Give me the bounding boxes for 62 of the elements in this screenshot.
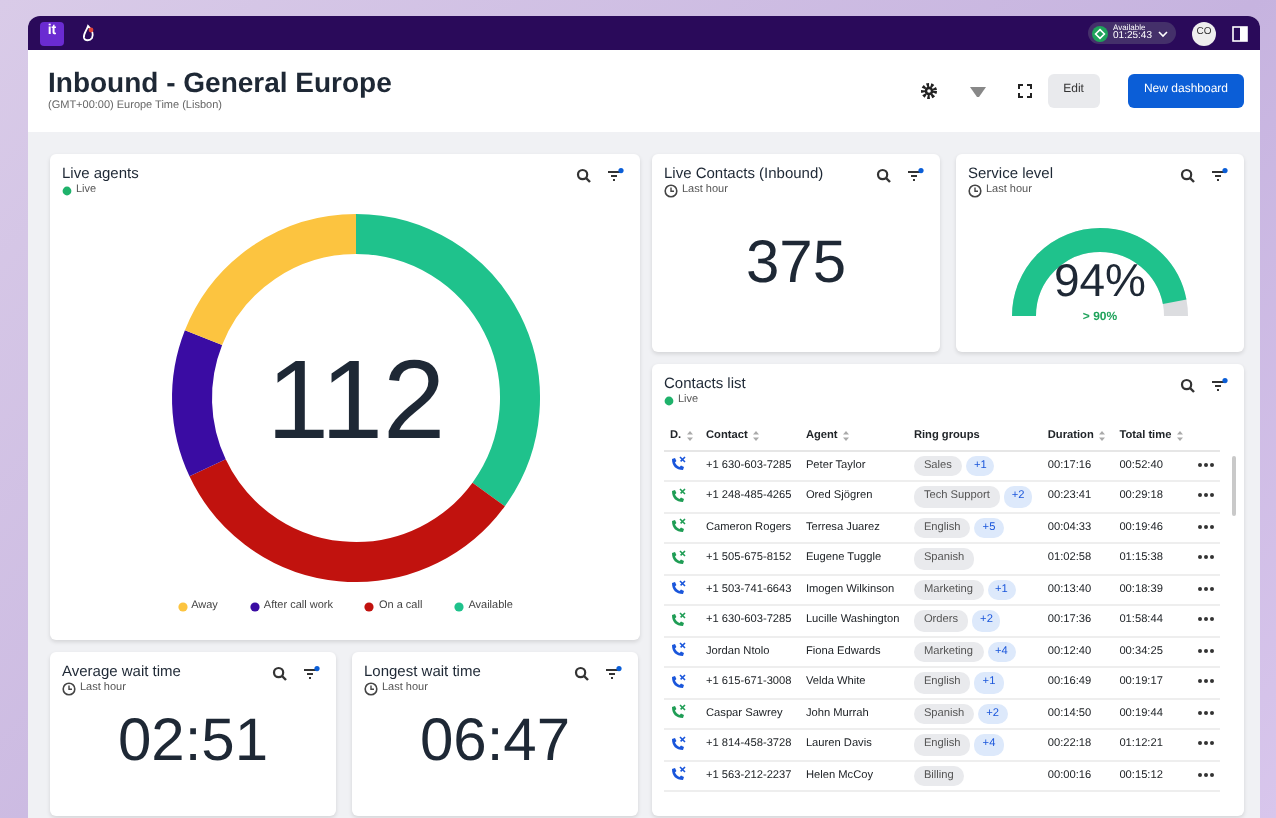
contacts-count-value: 375 <box>743 234 849 295</box>
more-icon[interactable] <box>1198 492 1214 499</box>
more-icon[interactable] <box>1198 554 1214 561</box>
sort-icon <box>841 429 850 442</box>
phone-icon <box>670 549 686 566</box>
filter-icon[interactable] <box>608 168 624 182</box>
more-icon[interactable] <box>1198 647 1214 654</box>
phone-icon <box>670 704 686 721</box>
filter-icon[interactable] <box>606 666 622 680</box>
live-dot-icon <box>62 185 72 196</box>
phone-icon <box>670 642 686 659</box>
panel-icon[interactable] <box>1232 25 1248 41</box>
filter-icon[interactable] <box>1212 168 1228 182</box>
total-agents-value: 112 <box>266 336 446 463</box>
search-icon[interactable] <box>1180 378 1196 394</box>
scrollbar[interactable] <box>1232 456 1236 516</box>
more-icon[interactable] <box>1198 585 1214 592</box>
sort-icon <box>1175 429 1184 442</box>
sort-icon <box>1097 429 1106 442</box>
phone-icon <box>670 456 686 473</box>
phone-icon <box>670 580 686 597</box>
search-icon[interactable] <box>1180 168 1196 184</box>
fullscreen-icon[interactable] <box>1017 84 1032 98</box>
wait-time-value: 06:47 <box>417 712 573 773</box>
filter-icon[interactable] <box>908 168 924 182</box>
phone-icon <box>670 611 686 628</box>
wait-time-value: 02:51 <box>115 712 271 773</box>
search-icon[interactable] <box>576 168 592 184</box>
page-title: Inbound - General Europe <box>48 67 394 99</box>
search-icon[interactable] <box>574 666 590 682</box>
more-icon[interactable] <box>1198 709 1214 716</box>
search-icon[interactable] <box>876 168 892 184</box>
phone-icon <box>670 673 686 690</box>
clock-icon <box>664 183 678 198</box>
status-icon <box>1091 25 1108 41</box>
legend-dot <box>249 601 260 612</box>
more-icon[interactable] <box>1198 740 1214 747</box>
more-icon[interactable] <box>1198 523 1214 530</box>
service-level-value: 94% <box>1053 258 1147 305</box>
phone-icon <box>670 766 686 783</box>
phone-icon <box>670 518 686 535</box>
more-icon[interactable] <box>1198 461 1214 468</box>
clock-icon <box>364 681 378 696</box>
phone-icon <box>670 735 686 752</box>
search-icon[interactable] <box>272 666 288 682</box>
flame-icon <box>80 24 96 42</box>
chevron-down-icon <box>1158 29 1168 37</box>
filter-icon[interactable] <box>1212 378 1228 392</box>
legend-dot <box>364 601 375 612</box>
legend-dot <box>454 601 465 612</box>
clock-icon <box>62 681 76 696</box>
more-icon[interactable] <box>1198 771 1214 778</box>
settings-icon[interactable] <box>919 82 938 100</box>
sort-icon <box>685 429 694 442</box>
more-icon[interactable] <box>1198 678 1214 685</box>
legend-dot <box>177 601 188 612</box>
more-icon[interactable] <box>1198 616 1214 623</box>
filter-icon[interactable] <box>304 666 320 680</box>
live-dot-icon <box>664 395 674 406</box>
phone-icon <box>670 487 686 504</box>
sort-icon <box>751 429 760 442</box>
clock-icon <box>968 183 982 198</box>
